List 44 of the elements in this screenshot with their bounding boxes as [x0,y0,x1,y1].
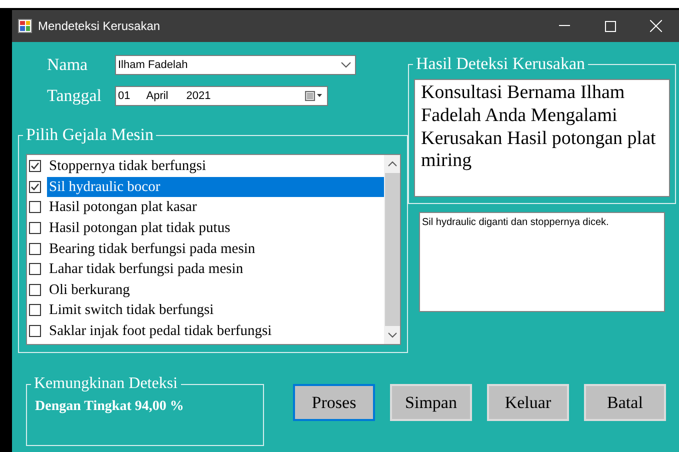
window-title: Mendeteksi Kerusakan [38,19,162,33]
list-item[interactable]: Oli berkurang [47,280,384,300]
checkbox[interactable] [29,304,41,316]
result-text-box[interactable]: Konsultasi Bernama Ilham Fadelah Anda Mengalami Kerusakan Hasil potongan plat miring [414,79,670,197]
check-icon [30,182,40,192]
list-item[interactable]: Sil hydraulic bocor [47,176,384,197]
chevron-down-icon [341,62,351,68]
list-item[interactable]: Hasil potongan plat tidak putus [47,218,384,238]
checkbox[interactable] [29,263,41,276]
probability-text: Dengan Tingkat 94,00 % [35,399,184,414]
group-title: Kemungkinan Deteksi [31,374,181,394]
maximize-icon [604,20,616,32]
field-label: Tanggal [47,86,103,106]
action-button[interactable]: Proses [293,384,375,421]
checkbox[interactable] [29,325,41,338]
checkbox[interactable] [29,222,41,234]
checkbox[interactable] [29,201,41,214]
checkbox[interactable] [29,242,41,255]
calendar-icon [305,91,323,101]
checkbox[interactable] [29,180,41,193]
action-button[interactable]: Keluar [487,384,569,421]
app-icon [18,19,32,33]
check-icon [30,161,40,172]
scroll-down-icon[interactable] [388,332,396,338]
checkbox[interactable] [29,160,41,172]
list-item[interactable]: Stoppernya tidak berfungsi [47,156,384,176]
symptom-list[interactable] [26,154,401,345]
date-picker[interactable]: 01 April 2021 [115,86,328,106]
list-item[interactable]: Hasil potongan plat kasar [47,197,384,218]
group-title: Pilih Gejala Mesin [23,125,156,145]
list-item[interactable]: Bearing tidak berfungsi pada mesin [47,238,384,259]
checkbox[interactable] [29,284,41,296]
list-item[interactable]: Saklar injak foot pedal tidak berfungsi [47,321,384,342]
action-button[interactable]: Simpan [390,384,472,421]
action-button[interactable]: Batal [584,384,666,421]
scroll-up-icon[interactable] [388,161,396,167]
list-item[interactable]: Limit switch tidak berfungsi [47,300,384,320]
scrollbar-thumb[interactable] [384,173,400,326]
name-combo-box[interactable]: Ilham Fadelah [115,55,356,75]
close-icon [650,20,662,32]
advice-text-box[interactable]: Sil hydraulic diganti dan stoppernya dicek. [419,212,665,312]
field-label: Nama [47,55,89,75]
minimize-icon [558,25,570,27]
list-item[interactable]: Lahar tidak berfungsi pada mesin [47,259,384,280]
